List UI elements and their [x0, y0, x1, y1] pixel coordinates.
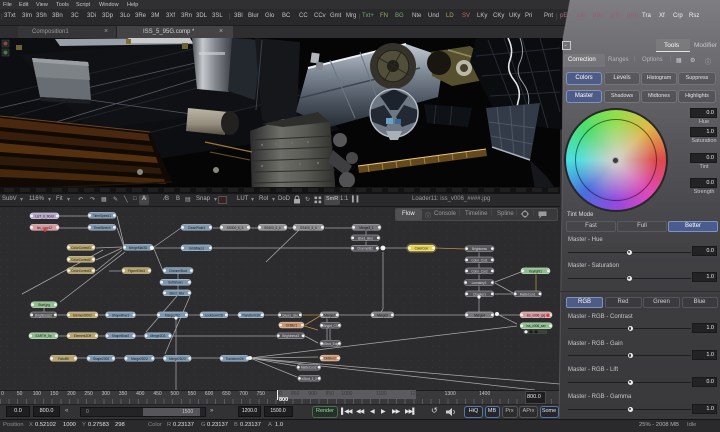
svg-text:Element2Dff: Element2Dff	[74, 334, 92, 338]
svg-text:Merge4: Merge4	[474, 313, 485, 317]
svg-text:Brightness2: Brightness2	[35, 313, 52, 317]
svg-text:CleanPlate1: CleanPlate1	[188, 226, 206, 230]
svg-text:SS400_6_6: SS400_6_6	[264, 226, 281, 230]
svg-text:Color_Cor2: Color_Cor2	[471, 269, 488, 273]
svg-text:DirBlur2: DirBlur2	[324, 357, 336, 361]
svg-text:FigureElbk3: FigureElbk3	[128, 269, 145, 273]
svg-text:Glow1_Glo: Glow1_Glo	[282, 313, 298, 317]
svg-text:Transform2b: Transform2b	[226, 357, 244, 361]
svg-text:Merge2D2: Merge2D2	[165, 313, 180, 317]
svg-text:xShot_1_3: xShot_1_3	[302, 377, 317, 381]
svg-text:ColorCorr: ColorCorr	[415, 247, 430, 251]
svg-text:Blur2_Blur: Blur2_Blur	[170, 291, 186, 295]
svg-text:Shape2002: Shape2002	[93, 357, 110, 361]
svg-text:TimeSpeed1: TimeSpeed1	[93, 214, 111, 218]
svg-text:Color_Cor1: Color_Cor1	[471, 258, 488, 262]
svg-text:Start.jpg: Start.jpg	[38, 303, 50, 307]
svg-text:MergeMat3D: MergeMat3D	[129, 246, 148, 250]
svg-text:MatteCon2: MatteCon2	[301, 366, 317, 370]
svg-text:ColorCorrect2: ColorCorrect2	[71, 258, 91, 262]
svg-text:Merge3_1: Merge3_1	[359, 226, 374, 230]
svg-text:Bright_C3: Bright_C3	[323, 324, 337, 328]
svg-text:ShapeBlue2: ShapeBlue2	[112, 334, 130, 338]
svg-text:GridWarp1: GridWarp1	[189, 246, 205, 250]
svg-text:iss_v006_jpg: iss_v006_jpg	[527, 313, 546, 317]
svg-text:FalloffIII: FalloffIII	[58, 357, 69, 361]
svg-text:Element2002: Element2002	[73, 313, 92, 317]
svg-text:Keylight1: Keylight1	[529, 269, 542, 273]
svg-text:SS400_6_5: SS400_6_5	[227, 226, 244, 230]
svg-text:xShot_Edg: xShot_Edg	[323, 342, 339, 346]
svg-text:Brightness: Brightness	[472, 247, 487, 251]
svg-text:SS400_5_5: SS400_5_5	[300, 226, 317, 230]
svg-text:DirBlur1: DirBlur1	[286, 324, 298, 328]
svg-text:EARTH_5p: EARTH_5p	[35, 334, 51, 338]
svg-text:Merge2D3: Merge2D3	[151, 334, 166, 338]
svg-text:LUT_6_9Grd: LUT_6_9Grd	[35, 214, 54, 218]
svg-text:MatteCon1: MatteCon1	[520, 292, 536, 296]
svg-text:ChannelBool: ChannelBool	[169, 269, 188, 273]
svg-text:Lockdown2D: Lockdown2D	[205, 313, 224, 317]
svg-text:Merge2D22: Merge2D22	[131, 357, 148, 361]
svg-text:ShapeBlue1: ShapeBlue1	[112, 313, 130, 317]
svg-text:Blur1_Blur: Blur1_Blur	[358, 236, 374, 240]
svg-text:Merge2D23: Merge2D23	[169, 357, 186, 361]
svg-text:ColorCorrect1: ColorCorrect1	[71, 246, 91, 250]
svg-text:SoftGlow1: SoftGlow1	[168, 281, 183, 285]
svg-text:Brightness3: Brightness3	[282, 334, 299, 338]
svg-text:TimeStretch: TimeStretch	[93, 226, 110, 230]
svg-text:Merge2: Merge2	[324, 313, 335, 317]
svg-text:ColorCorrect3: ColorCorrect3	[71, 269, 91, 273]
svg-text:ChannelB2: ChannelB2	[357, 247, 373, 251]
svg-text:Merge3: Merge3	[377, 313, 388, 317]
svg-text:Transform1b: Transform1b	[242, 313, 260, 317]
svg-text:Lumakey1: Lumakey1	[472, 281, 487, 285]
svg-text:iss_v006_sav: iss_v006_sav	[527, 324, 547, 328]
